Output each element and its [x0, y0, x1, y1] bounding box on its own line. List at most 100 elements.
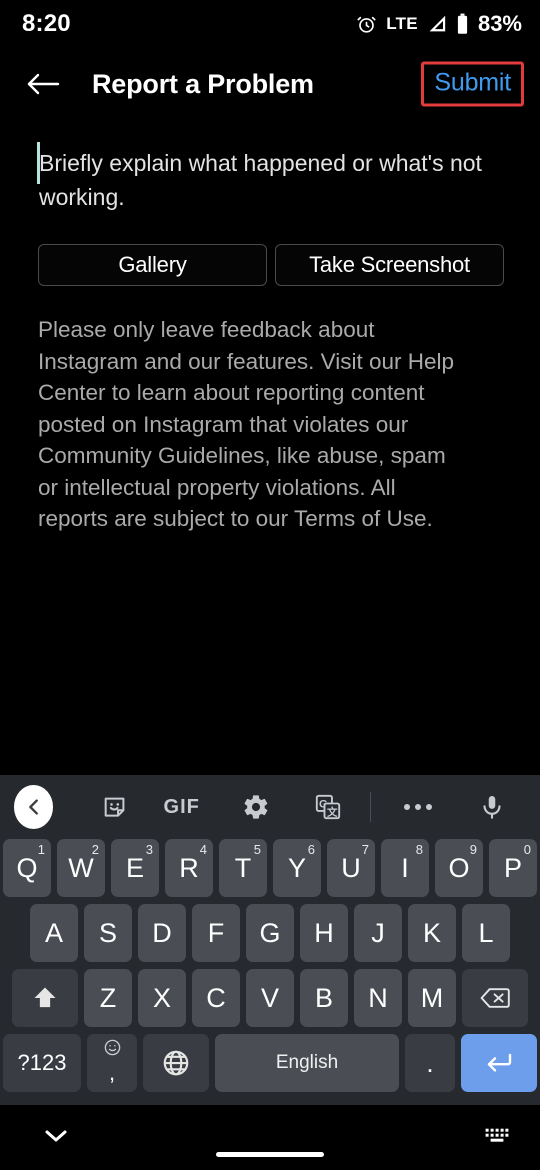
- switch-keyboard-button[interactable]: [484, 1125, 510, 1150]
- key-p[interactable]: 0 P: [489, 839, 537, 897]
- keyboard-switcher-icon: [484, 1125, 510, 1145]
- period-key-label: .: [426, 1047, 434, 1078]
- home-gesture-bar[interactable]: [216, 1152, 324, 1157]
- key-u[interactable]: 7 U: [327, 839, 375, 897]
- microphone-icon: [478, 793, 506, 821]
- key-h[interactable]: H: [300, 904, 348, 962]
- key-f[interactable]: F: [192, 904, 240, 962]
- key-e[interactable]: 3 E: [111, 839, 159, 897]
- toolbar-collapse-button[interactable]: [14, 785, 54, 829]
- phone-screen: 8:20 L T E 83% Report a Problem Submit Bri…: [0, 0, 540, 1170]
- key-superscript: 0: [523, 842, 531, 857]
- keyboard-settings-button[interactable]: [220, 793, 292, 821]
- key-v[interactable]: V: [246, 969, 294, 1027]
- space-key[interactable]: English: [215, 1034, 399, 1092]
- key-label: P: [503, 852, 522, 883]
- key-w[interactable]: 2 W: [57, 839, 105, 897]
- key-j[interactable]: J: [354, 904, 402, 962]
- key-k[interactable]: K: [408, 904, 456, 962]
- key-x[interactable]: X: [138, 969, 186, 1027]
- shift-up-arrow-icon: [31, 984, 59, 1012]
- key-t[interactable]: 5 T: [219, 839, 267, 897]
- status-bar: 8:20 LTE 83%: [0, 0, 540, 48]
- key-b[interactable]: B: [300, 969, 348, 1027]
- gallery-button-label: Gallery: [118, 252, 187, 277]
- key-label: E: [125, 852, 144, 883]
- key-label: N: [368, 982, 388, 1013]
- key-r[interactable]: 4 R: [165, 839, 213, 897]
- voice-input-button[interactable]: [459, 793, 524, 821]
- key-superscript: 2: [91, 842, 99, 857]
- key-label: B: [314, 982, 333, 1013]
- enter-return-icon: [483, 1049, 515, 1077]
- submit-button[interactable]: Submit: [421, 61, 524, 107]
- battery-percent-label: 83%: [477, 11, 522, 36]
- key-superscript: 1: [37, 842, 45, 857]
- chevron-down-icon: [42, 1125, 70, 1145]
- gallery-button[interactable]: Gallery: [38, 244, 267, 286]
- period-key[interactable]: .: [405, 1034, 455, 1092]
- key-label: H: [314, 917, 334, 948]
- backspace-key[interactable]: [462, 969, 528, 1027]
- status-time: 8:20: [22, 10, 71, 37]
- key-s[interactable]: S: [84, 904, 132, 962]
- key-label: V: [260, 982, 279, 1013]
- key-superscript: 4: [199, 842, 207, 857]
- emoji-smiley-icon: [103, 1038, 122, 1062]
- back-arrow-icon: [25, 70, 61, 98]
- key-n[interactable]: N: [354, 969, 402, 1027]
- gear-icon: [242, 793, 270, 821]
- symbols-key-label: ?123: [17, 1050, 67, 1075]
- gif-button[interactable]: GIF: [143, 796, 220, 819]
- problem-textarea[interactable]: Briefly explain what happened or what's …: [0, 120, 540, 214]
- enter-key[interactable]: [461, 1034, 537, 1092]
- disclaimer-text: Please only leave feedback about Instagr…: [38, 317, 455, 531]
- key-label: C: [206, 982, 226, 1013]
- key-label: J: [371, 917, 385, 948]
- system-navigation-bar: [0, 1105, 540, 1170]
- key-m[interactable]: M: [408, 969, 456, 1027]
- key-z[interactable]: Z: [84, 969, 132, 1027]
- key-label: T: [234, 852, 252, 883]
- key-g[interactable]: G: [246, 904, 294, 962]
- more-options-button[interactable]: [377, 804, 460, 810]
- key-y[interactable]: 6 Y: [273, 839, 321, 897]
- key-label: A: [44, 917, 63, 948]
- take-screenshot-button[interactable]: Take Screenshot: [275, 244, 504, 286]
- key-label: R: [179, 852, 199, 883]
- key-superscript: 8: [415, 842, 423, 857]
- backspace-icon: [479, 985, 511, 1011]
- key-a[interactable]: A: [30, 904, 78, 962]
- translate-button[interactable]: G 文: [292, 793, 364, 821]
- hide-keyboard-button[interactable]: [42, 1125, 70, 1150]
- keyboard-row-4: ?123 , English .: [0, 1034, 540, 1092]
- keyboard-toolbar: GIF G 文: [0, 775, 540, 839]
- keyboard-row-2: A S D F G H J K L: [0, 904, 540, 962]
- key-label: K: [422, 917, 441, 948]
- comma-key-label: ,: [108, 1060, 116, 1085]
- key-o[interactable]: 9 O: [435, 839, 483, 897]
- language-switch-key[interactable]: [143, 1034, 209, 1092]
- key-d[interactable]: D: [138, 904, 186, 962]
- key-superscript: 9: [469, 842, 477, 857]
- key-label: I: [401, 852, 409, 883]
- symbols-key[interactable]: ?123: [3, 1034, 81, 1092]
- key-label: X: [152, 982, 171, 1013]
- toolbar-divider: [369, 792, 371, 822]
- alarm-clock-icon: [356, 14, 377, 35]
- sticker-button[interactable]: [87, 793, 143, 821]
- attachment-buttons: Gallery Take Screenshot: [0, 214, 540, 286]
- key-q[interactable]: 1 Q: [3, 839, 51, 897]
- key-superscript: 3: [145, 842, 153, 857]
- key-c[interactable]: C: [192, 969, 240, 1027]
- on-screen-keyboard: GIF G 文 1 Q 2 W 3 E 4 R 5 T 6 Y 7 U 8 I …: [0, 775, 540, 1105]
- back-button[interactable]: [20, 61, 66, 107]
- more-dots-icon: [404, 804, 433, 810]
- key-l[interactable]: L: [462, 904, 510, 962]
- google-translate-icon: G 文: [314, 793, 342, 821]
- comma-key[interactable]: ,: [87, 1034, 137, 1092]
- shift-key[interactable]: [12, 969, 78, 1027]
- key-i[interactable]: 8 I: [381, 839, 429, 897]
- key-label: Q: [16, 852, 38, 883]
- space-key-label: English: [275, 1052, 339, 1073]
